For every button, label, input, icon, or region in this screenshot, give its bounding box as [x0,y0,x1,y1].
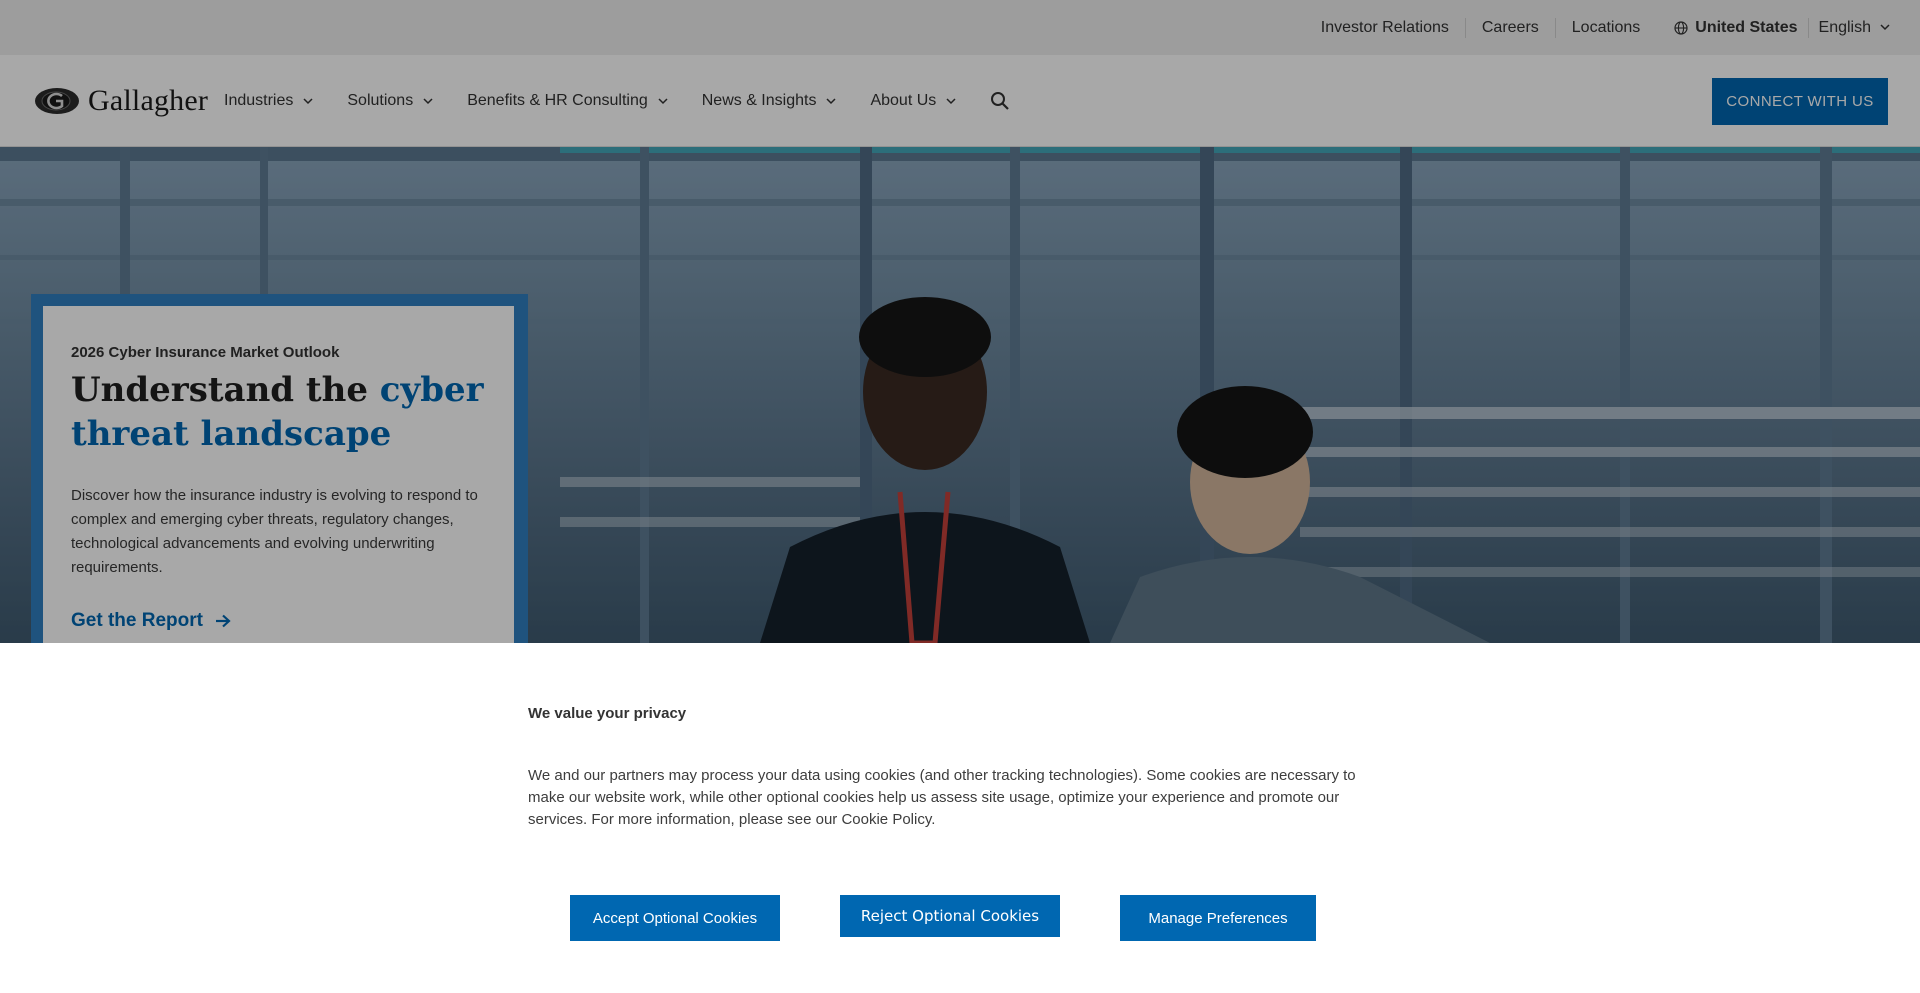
gallagher-logo[interactable]: Gallagher [34,84,208,118]
country-selector[interactable]: United States [1656,19,1807,37]
hero-card: 2026 Cyber Insurance Market Outlook Unde… [43,306,514,643]
utility-bar: Investor Relations Careers Locations Uni… [0,0,1920,55]
chevron-down-icon [303,97,313,104]
get-the-report-link[interactable]: Get the Report [71,610,231,632]
hero-title-prefix: Understand the [71,370,380,410]
accept-optional-cookies-button[interactable]: Accept Optional Cookies [570,895,780,941]
language-selector[interactable]: English [1809,19,1890,37]
hero-eyebrow: 2026 Cyber Insurance Market Outlook [71,344,340,361]
investor-relations-link[interactable]: Investor Relations [1305,19,1465,37]
cookie-banner: We value your privacy We and our partner… [0,643,1920,993]
nav-item-label: Industries [224,92,294,109]
chevron-down-icon [658,97,668,104]
chevron-down-icon [1880,24,1890,31]
hero: 2026 Cyber Insurance Market Outlook Unde… [0,147,1920,643]
connect-with-us-button[interactable]: CONNECT WITH US [1712,78,1888,125]
nav-item-label: Benefits & HR Consulting [467,92,648,109]
primary-nav: Industries Solutions Benefits & HR Consu… [224,55,1010,147]
arrow-right-icon [215,614,231,628]
careers-link[interactable]: Careers [1466,19,1555,37]
chevron-down-icon [946,97,956,104]
manage-preferences-button[interactable]: Manage Preferences [1120,895,1316,941]
gallagher-logo-icon [35,88,79,114]
language-label: English [1818,18,1871,36]
search-icon [991,92,1010,110]
hero-card-frame: 2026 Cyber Insurance Market Outlook Unde… [31,294,528,643]
nav-item-solutions[interactable]: Solutions [347,92,433,110]
reject-optional-cookies-button[interactable]: Reject Optional Cookies [840,895,1060,937]
utility-links: Investor Relations Careers Locations Uni… [1305,0,1920,55]
cta-label: Get the Report [71,610,203,631]
nav-item-label: About Us [870,92,937,109]
nav-item-label: News & Insights [701,92,817,109]
nav-item-industries[interactable]: Industries [224,92,313,110]
chevron-down-icon [423,97,433,104]
hero-body: Discover how the insurance industry is e… [71,487,478,576]
chevron-down-icon [826,97,836,104]
cookie-title: We value your privacy [528,705,687,722]
country-label: United States [1695,18,1798,36]
nav-item-benefits-hr-consulting[interactable]: Benefits & HR Consulting [467,92,668,110]
globe-icon [1674,20,1688,35]
locations-link[interactable]: Locations [1556,19,1657,37]
hero-title: Understand the cyber threat landscape [71,368,491,456]
search-button[interactable] [990,91,1010,111]
nav-item-label: Solutions [347,92,414,109]
nav-item-news-insights[interactable]: News & Insights [702,92,837,110]
main-nav: Gallagher Industries Solutions Benefits … [0,55,1920,147]
cookie-text: We and our partners may process your dat… [528,767,1356,828]
nav-item-about-us[interactable]: About Us [870,92,956,110]
logo-text: Gallagher [88,84,209,117]
